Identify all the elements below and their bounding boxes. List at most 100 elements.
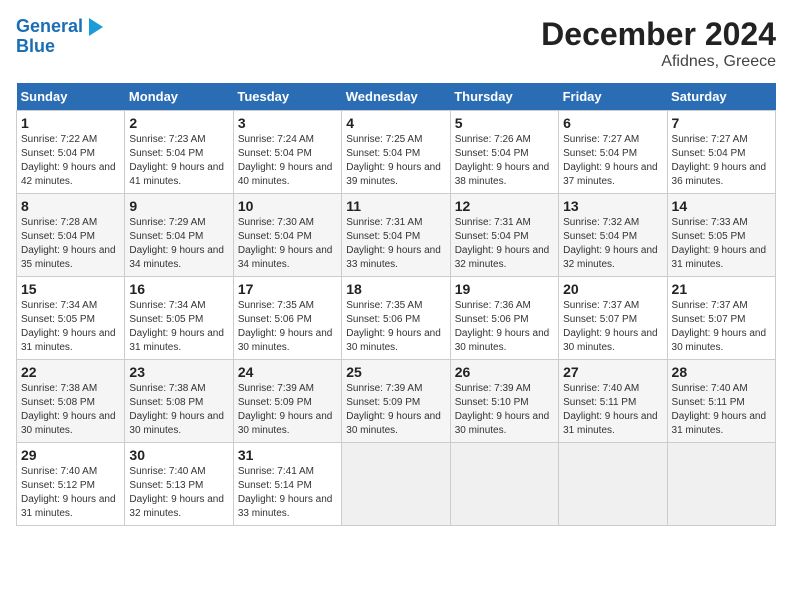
table-row: 6 Sunrise: 7:27 AM Sunset: 5:04 PM Dayli… [559, 111, 667, 194]
table-row: 27 Sunrise: 7:40 AM Sunset: 5:11 PM Dayl… [559, 360, 667, 443]
calendar-week-row: 22 Sunrise: 7:38 AM Sunset: 5:08 PM Dayl… [17, 360, 776, 443]
day-info: Sunrise: 7:37 AM Sunset: 5:07 PM Dayligh… [672, 299, 771, 355]
day-info: Sunrise: 7:39 AM Sunset: 5:09 PM Dayligh… [238, 382, 337, 438]
calendar-week-row: 1 Sunrise: 7:22 AM Sunset: 5:04 PM Dayli… [17, 111, 776, 194]
day-info: Sunrise: 7:38 AM Sunset: 5:08 PM Dayligh… [129, 382, 228, 438]
day-info: Sunrise: 7:41 AM Sunset: 5:14 PM Dayligh… [238, 465, 337, 521]
day-info: Sunrise: 7:30 AM Sunset: 5:04 PM Dayligh… [238, 216, 337, 272]
table-row: 8 Sunrise: 7:28 AM Sunset: 5:04 PM Dayli… [17, 194, 125, 277]
day-info: Sunrise: 7:38 AM Sunset: 5:08 PM Dayligh… [21, 382, 120, 438]
day-info: Sunrise: 7:37 AM Sunset: 5:07 PM Dayligh… [563, 299, 662, 355]
table-row: 17 Sunrise: 7:35 AM Sunset: 5:06 PM Dayl… [233, 277, 341, 360]
table-row: 21 Sunrise: 7:37 AM Sunset: 5:07 PM Dayl… [667, 277, 775, 360]
page-header: General Blue December 2024 Afidnes, Gree… [16, 16, 776, 71]
day-number: 4 [346, 115, 445, 131]
table-row [667, 443, 775, 526]
day-info: Sunrise: 7:31 AM Sunset: 5:04 PM Dayligh… [455, 216, 554, 272]
table-row: 4 Sunrise: 7:25 AM Sunset: 5:04 PM Dayli… [342, 111, 450, 194]
table-row: 10 Sunrise: 7:30 AM Sunset: 5:04 PM Dayl… [233, 194, 341, 277]
table-row: 15 Sunrise: 7:34 AM Sunset: 5:05 PM Dayl… [17, 277, 125, 360]
calendar-body: 1 Sunrise: 7:22 AM Sunset: 5:04 PM Dayli… [17, 111, 776, 526]
table-row: 14 Sunrise: 7:33 AM Sunset: 5:05 PM Dayl… [667, 194, 775, 277]
day-number: 15 [21, 281, 120, 297]
day-number: 6 [563, 115, 662, 131]
logo-general: General [16, 16, 83, 36]
table-row: 16 Sunrise: 7:34 AM Sunset: 5:05 PM Dayl… [125, 277, 233, 360]
day-number: 30 [129, 447, 228, 463]
day-number: 27 [563, 364, 662, 380]
day-info: Sunrise: 7:25 AM Sunset: 5:04 PM Dayligh… [346, 133, 445, 189]
day-info: Sunrise: 7:32 AM Sunset: 5:04 PM Dayligh… [563, 216, 662, 272]
header-monday: Monday [125, 83, 233, 111]
table-row: 1 Sunrise: 7:22 AM Sunset: 5:04 PM Dayli… [17, 111, 125, 194]
logo-blue: Blue [16, 36, 107, 57]
table-row: 3 Sunrise: 7:24 AM Sunset: 5:04 PM Dayli… [233, 111, 341, 194]
table-row: 18 Sunrise: 7:35 AM Sunset: 5:06 PM Dayl… [342, 277, 450, 360]
day-info: Sunrise: 7:35 AM Sunset: 5:06 PM Dayligh… [238, 299, 337, 355]
day-info: Sunrise: 7:39 AM Sunset: 5:10 PM Dayligh… [455, 382, 554, 438]
calendar-week-row: 29 Sunrise: 7:40 AM Sunset: 5:12 PM Dayl… [17, 443, 776, 526]
day-info: Sunrise: 7:33 AM Sunset: 5:05 PM Dayligh… [672, 216, 771, 272]
calendar-subtitle: Afidnes, Greece [541, 53, 776, 71]
day-number: 7 [672, 115, 771, 131]
day-info: Sunrise: 7:26 AM Sunset: 5:04 PM Dayligh… [455, 133, 554, 189]
table-row: 2 Sunrise: 7:23 AM Sunset: 5:04 PM Dayli… [125, 111, 233, 194]
day-number: 19 [455, 281, 554, 297]
day-number: 25 [346, 364, 445, 380]
day-info: Sunrise: 7:23 AM Sunset: 5:04 PM Dayligh… [129, 133, 228, 189]
day-number: 16 [129, 281, 228, 297]
table-row: 30 Sunrise: 7:40 AM Sunset: 5:13 PM Dayl… [125, 443, 233, 526]
day-info: Sunrise: 7:36 AM Sunset: 5:06 PM Dayligh… [455, 299, 554, 355]
logo: General Blue [16, 16, 107, 57]
day-number: 3 [238, 115, 337, 131]
day-number: 23 [129, 364, 228, 380]
table-row: 22 Sunrise: 7:38 AM Sunset: 5:08 PM Dayl… [17, 360, 125, 443]
day-info: Sunrise: 7:40 AM Sunset: 5:11 PM Dayligh… [672, 382, 771, 438]
calendar-table: Sunday Monday Tuesday Wednesday Thursday… [16, 83, 776, 526]
table-row: 13 Sunrise: 7:32 AM Sunset: 5:04 PM Dayl… [559, 194, 667, 277]
table-row: 23 Sunrise: 7:38 AM Sunset: 5:08 PM Dayl… [125, 360, 233, 443]
day-info: Sunrise: 7:34 AM Sunset: 5:05 PM Dayligh… [21, 299, 120, 355]
logo-arrow-icon [85, 16, 107, 38]
day-number: 8 [21, 198, 120, 214]
day-info: Sunrise: 7:40 AM Sunset: 5:13 PM Dayligh… [129, 465, 228, 521]
day-info: Sunrise: 7:31 AM Sunset: 5:04 PM Dayligh… [346, 216, 445, 272]
day-number: 31 [238, 447, 337, 463]
header-thursday: Thursday [450, 83, 558, 111]
day-info: Sunrise: 7:27 AM Sunset: 5:04 PM Dayligh… [563, 133, 662, 189]
day-number: 17 [238, 281, 337, 297]
day-number: 21 [672, 281, 771, 297]
header-tuesday: Tuesday [233, 83, 341, 111]
day-number: 18 [346, 281, 445, 297]
table-row: 24 Sunrise: 7:39 AM Sunset: 5:09 PM Dayl… [233, 360, 341, 443]
day-number: 5 [455, 115, 554, 131]
table-row: 7 Sunrise: 7:27 AM Sunset: 5:04 PM Dayli… [667, 111, 775, 194]
day-number: 22 [21, 364, 120, 380]
day-number: 26 [455, 364, 554, 380]
day-info: Sunrise: 7:22 AM Sunset: 5:04 PM Dayligh… [21, 133, 120, 189]
logo-text-block: General Blue [16, 16, 107, 57]
weekday-header-row: Sunday Monday Tuesday Wednesday Thursday… [17, 83, 776, 111]
table-row: 28 Sunrise: 7:40 AM Sunset: 5:11 PM Dayl… [667, 360, 775, 443]
day-number: 28 [672, 364, 771, 380]
day-info: Sunrise: 7:24 AM Sunset: 5:04 PM Dayligh… [238, 133, 337, 189]
calendar-week-row: 15 Sunrise: 7:34 AM Sunset: 5:05 PM Dayl… [17, 277, 776, 360]
table-row [342, 443, 450, 526]
day-number: 9 [129, 198, 228, 214]
day-info: Sunrise: 7:28 AM Sunset: 5:04 PM Dayligh… [21, 216, 120, 272]
table-row: 25 Sunrise: 7:39 AM Sunset: 5:09 PM Dayl… [342, 360, 450, 443]
header-sunday: Sunday [17, 83, 125, 111]
day-info: Sunrise: 7:39 AM Sunset: 5:09 PM Dayligh… [346, 382, 445, 438]
day-info: Sunrise: 7:40 AM Sunset: 5:12 PM Dayligh… [21, 465, 120, 521]
table-row: 26 Sunrise: 7:39 AM Sunset: 5:10 PM Dayl… [450, 360, 558, 443]
table-row: 19 Sunrise: 7:36 AM Sunset: 5:06 PM Dayl… [450, 277, 558, 360]
day-number: 14 [672, 198, 771, 214]
day-number: 12 [455, 198, 554, 214]
table-row [559, 443, 667, 526]
day-number: 11 [346, 198, 445, 214]
day-number: 29 [21, 447, 120, 463]
table-row: 12 Sunrise: 7:31 AM Sunset: 5:04 PM Dayl… [450, 194, 558, 277]
day-info: Sunrise: 7:40 AM Sunset: 5:11 PM Dayligh… [563, 382, 662, 438]
day-number: 2 [129, 115, 228, 131]
title-section: December 2024 Afidnes, Greece [541, 16, 776, 71]
